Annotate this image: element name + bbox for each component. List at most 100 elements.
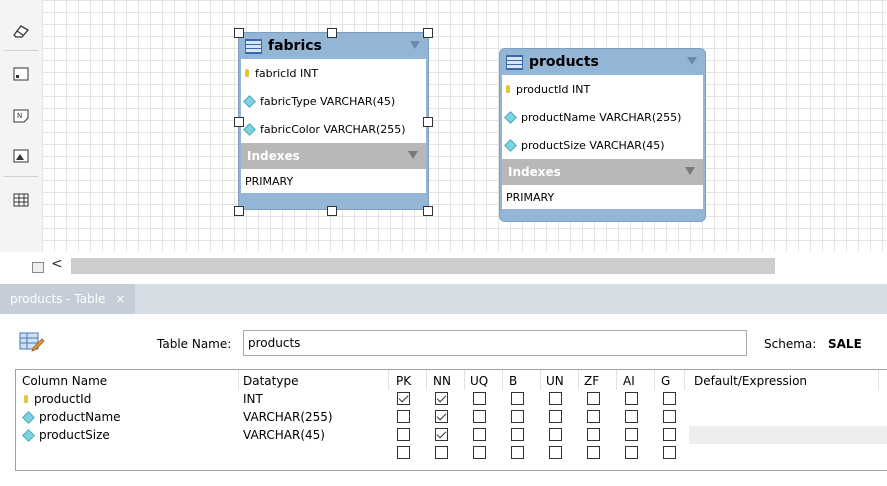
zf-checkbox[interactable] [587,428,600,441]
b-checkbox[interactable] [511,392,524,405]
un-checkbox[interactable] [549,428,562,441]
columns-grid[interactable]: Column Name Datatype PK NN UQ B UN ZF AI… [15,369,887,471]
table-row[interactable]: productSize VARCHAR(45) [16,426,887,444]
eraser-icon[interactable] [10,20,32,42]
tab-products-table[interactable]: products - Table × [0,284,136,314]
close-icon[interactable]: × [115,292,125,306]
nn-header[interactable]: NN [433,374,451,388]
nn-checkbox[interactable] [435,446,448,459]
indexes-header[interactable]: Indexes [502,159,703,185]
image-icon[interactable] [10,145,32,167]
un-checkbox[interactable] [549,410,562,423]
g-checkbox[interactable] [663,446,676,459]
uq-checkbox[interactable] [473,410,486,423]
entity-fabrics[interactable]: fabrics fabricId INT fabricType VARCHAR(… [238,32,429,210]
ai-checkbox[interactable] [625,392,638,405]
diagram-canvas[interactable]: fabrics fabricId INT fabricType VARCHAR(… [42,0,887,252]
uq-checkbox[interactable] [473,392,486,405]
default-expression-cell[interactable] [689,444,887,462]
un-checkbox[interactable] [549,446,562,459]
default-expression-cell[interactable] [689,390,887,408]
table-row[interactable]: productId INT [16,390,887,408]
entity-column[interactable]: productId INT [502,75,703,103]
entity-column[interactable]: fabricId INT [241,59,426,87]
default-expression-cell[interactable] [689,408,887,426]
new-column-row[interactable] [16,444,887,462]
entity-products[interactable]: products productId INT productName VARCH… [499,48,706,222]
resize-handle[interactable] [234,117,244,127]
nn-checkbox[interactable] [435,410,448,423]
g-checkbox[interactable] [663,428,676,441]
column-name-header[interactable]: Column Name [22,374,107,388]
pk-header[interactable]: PK [396,374,411,388]
b-checkbox[interactable] [511,428,524,441]
ai-header[interactable]: AI [623,374,635,388]
datatype-header[interactable]: Datatype [243,374,298,388]
note-icon[interactable]: N [10,105,32,127]
ai-checkbox[interactable] [625,446,638,459]
uq-header[interactable]: UQ [470,374,488,388]
table-icon[interactable] [10,189,32,211]
text-object-icon[interactable] [10,63,32,85]
column-name-cell[interactable]: productSize [22,428,110,442]
horizontal-scrollbar[interactable]: < [0,252,887,278]
uq-checkbox[interactable] [473,446,486,459]
table-row[interactable]: productName VARCHAR(255) [16,408,887,426]
g-header[interactable]: G [661,374,670,388]
resize-handle[interactable] [423,117,433,127]
index-item[interactable]: PRIMARY [241,169,426,193]
datatype-cell[interactable]: INT [243,392,263,406]
ai-checkbox[interactable] [625,410,638,423]
index-item[interactable]: PRIMARY [502,185,703,209]
entity-header[interactable]: products [500,49,705,75]
zf-checkbox[interactable] [587,392,600,405]
resize-handle[interactable] [423,28,433,38]
zf-checkbox[interactable] [587,446,600,459]
primary-key-icon [24,395,28,403]
pk-checkbox[interactable] [397,392,410,405]
entity-column[interactable]: fabricType VARCHAR(45) [241,87,426,115]
table-edit-icon [19,332,45,352]
column-name-cell[interactable]: productName [22,410,121,424]
resize-handle[interactable] [423,206,433,216]
column-name-cell[interactable]: productId [24,392,91,406]
nn-checkbox[interactable] [435,428,448,441]
primary-key-icon [506,85,510,93]
pk-checkbox[interactable] [397,410,410,423]
uq-checkbox[interactable] [473,428,486,441]
collapse-icon[interactable] [410,41,420,49]
un-header[interactable]: UN [546,374,564,388]
un-checkbox[interactable] [549,392,562,405]
default-header[interactable]: Default/Expression [694,374,807,388]
g-checkbox[interactable] [663,392,676,405]
collapse-icon[interactable] [687,57,697,65]
collapse-icon[interactable] [685,167,695,175]
resize-handle[interactable] [234,206,244,216]
resize-handle[interactable] [327,206,337,216]
b-header[interactable]: B [509,374,517,388]
datatype-cell[interactable]: VARCHAR(45) [243,428,325,442]
zf-header[interactable]: ZF [584,374,599,388]
scrollbar-thumb[interactable] [71,258,775,274]
nn-checkbox[interactable] [435,392,448,405]
scroll-left-arrow[interactable]: < [51,256,63,272]
resize-handle[interactable] [234,28,244,38]
b-checkbox[interactable] [511,410,524,423]
resize-handle[interactable] [327,28,337,38]
datatype-cell[interactable]: VARCHAR(255) [243,410,333,424]
zf-checkbox[interactable] [587,410,600,423]
indexes-header[interactable]: Indexes [241,143,426,169]
g-checkbox[interactable] [663,410,676,423]
default-expression-cell[interactable] [689,426,887,444]
collapse-icon[interactable] [408,151,418,159]
primary-key-icon [245,69,249,77]
entity-column[interactable]: fabricColor VARCHAR(255) [241,115,426,143]
table-name-input[interactable] [243,330,747,356]
navigator-icon[interactable] [32,262,44,273]
entity-column[interactable]: productSize VARCHAR(45) [502,131,703,159]
b-checkbox[interactable] [511,446,524,459]
pk-checkbox[interactable] [397,428,410,441]
entity-column[interactable]: productName VARCHAR(255) [502,103,703,131]
ai-checkbox[interactable] [625,428,638,441]
pk-checkbox[interactable] [397,446,410,459]
